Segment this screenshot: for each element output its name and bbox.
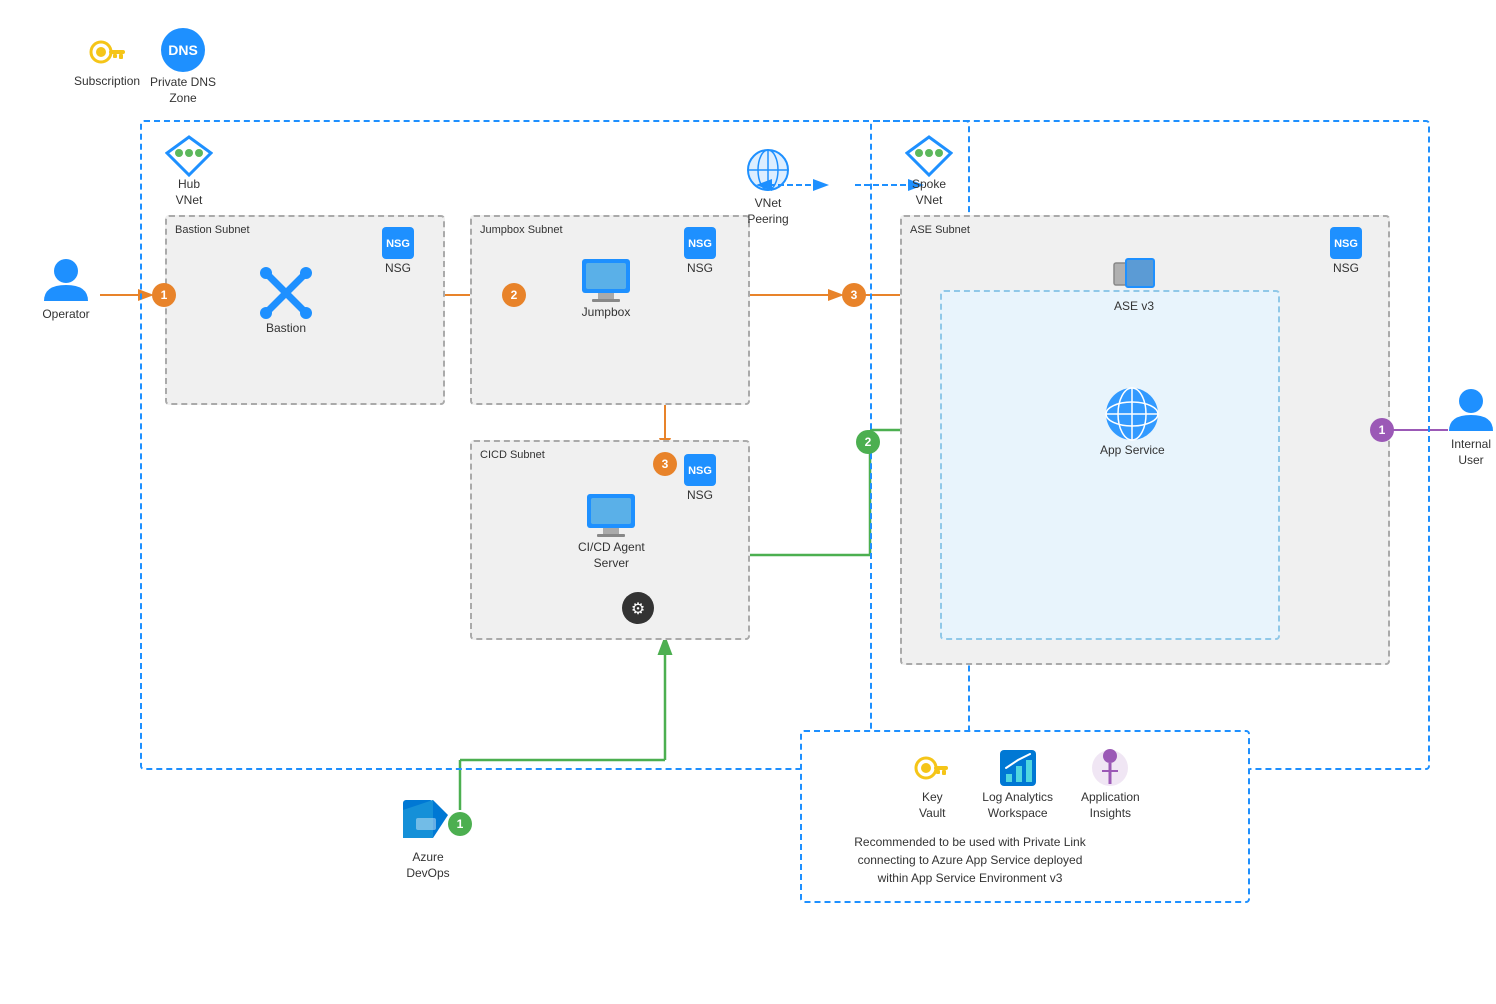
hub-vnet-icon: Hub VNet — [165, 135, 213, 208]
ase-v3-icon: ASE v3 — [1110, 255, 1158, 315]
legend-icons: Key Vault Log Analytics Workspace — [820, 746, 1230, 821]
svg-text:DNS: DNS — [168, 42, 198, 58]
svg-text:NSG: NSG — [688, 238, 712, 250]
nsg3-icon: NSG NSG — [682, 452, 718, 504]
svg-text:NSG: NSG — [1334, 238, 1358, 250]
app-service-icon: App Service — [1100, 385, 1165, 459]
step-1-green: 1 — [448, 812, 472, 836]
nsg2-icon: NSG NSG — [682, 225, 718, 277]
nsg1-icon: NSG NSG — [380, 225, 416, 277]
azure-devops-icon: Azure DevOps — [398, 790, 458, 881]
key-vault-legend-icon: Key Vault — [910, 746, 954, 821]
private-dns-icon: DNS Private DNS Zone — [150, 25, 216, 106]
subscription-icon: Subscription — [74, 30, 140, 90]
legend-box: Key Vault Log Analytics Workspace — [800, 730, 1250, 903]
jumpbox-icon: Jumpbox — [578, 255, 634, 321]
spoke-vnet-icon: Spoke VNet — [905, 135, 953, 208]
step-3b-orange: 3 — [653, 452, 677, 476]
operator-icon: Operator — [40, 255, 92, 323]
step-2-green: 2 — [856, 430, 880, 454]
ase-v3-box — [940, 290, 1280, 640]
step-1-purple: 1 — [1370, 418, 1394, 442]
step-2-orange: 2 — [502, 283, 526, 307]
step-1-orange: 1 — [152, 283, 176, 307]
svg-text:NSG: NSG — [688, 465, 712, 477]
svg-text:⚙: ⚙ — [631, 601, 645, 618]
github-icon: ⚙ — [620, 590, 656, 626]
bastion-icon: Bastion — [258, 265, 314, 337]
svg-text:NSG: NSG — [386, 238, 410, 250]
app-insights-legend-icon: Application Insights — [1081, 746, 1140, 821]
step-3-orange: 3 — [842, 283, 866, 307]
internal-user-icon: Internal User — [1445, 385, 1496, 468]
cicd-agent-icon: CI/CD Agent Server — [578, 490, 645, 571]
log-analytics-legend-icon: Log Analytics Workspace — [982, 746, 1053, 821]
nsg4-icon: NSG NSG — [1328, 225, 1364, 277]
vnet-peering-icon: VNet Peering — [742, 148, 794, 227]
